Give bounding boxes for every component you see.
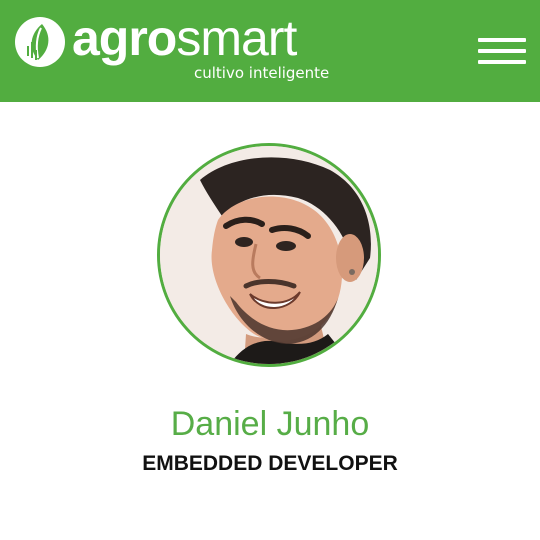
brand-light: smart: [176, 10, 297, 66]
hamburger-menu-icon[interactable]: [478, 36, 526, 66]
leaf-circle-icon: [15, 17, 65, 67]
brand-logo[interactable]: agrosmart cultivo inteligente: [14, 10, 344, 88]
profile-role: EMBEDDED DEVELOPER: [142, 452, 398, 475]
avatar: [157, 143, 381, 367]
brand-wordmark: agrosmart: [72, 8, 297, 68]
profile-photo-frame: [157, 143, 381, 367]
profile-name: Daniel Junho: [170, 405, 370, 443]
brand-bold: agro: [72, 10, 177, 66]
menu-bar: [478, 60, 526, 64]
menu-bar: [478, 49, 526, 53]
profile-photo: [160, 146, 378, 364]
menu-bar: [478, 38, 526, 42]
brand-tagline: cultivo inteligente: [194, 64, 330, 82]
site-header: agrosmart cultivo inteligente: [0, 0, 540, 102]
